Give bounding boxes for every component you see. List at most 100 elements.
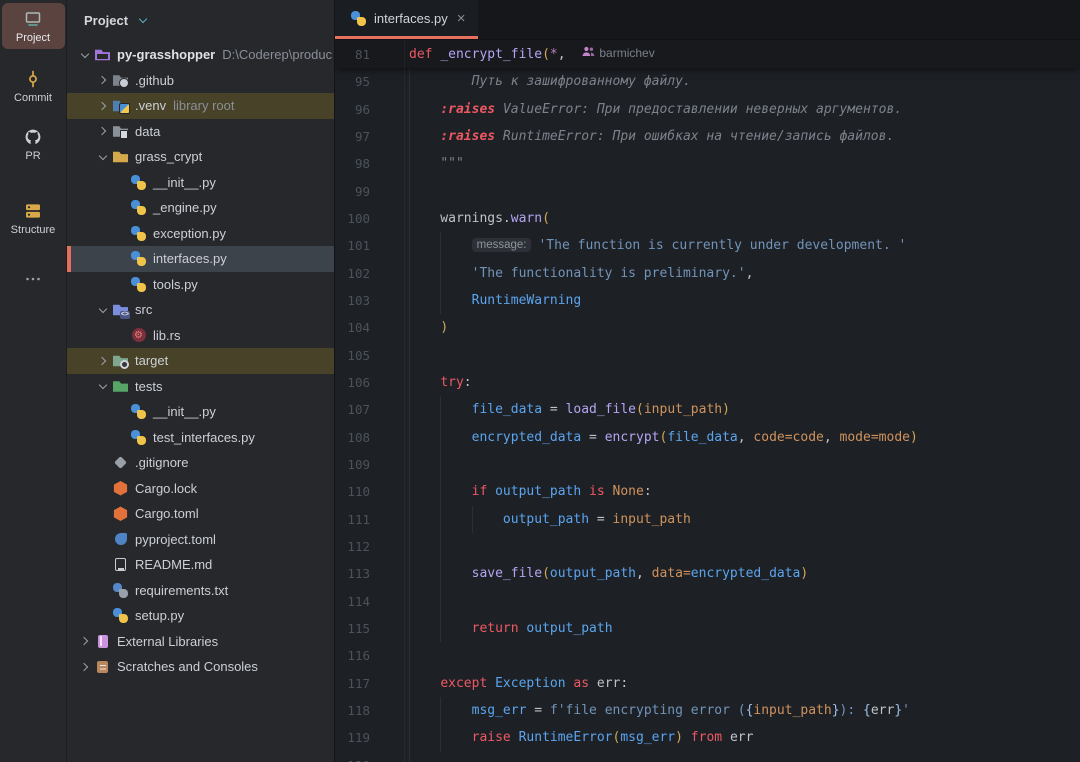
tree-row-grass-crypt[interactable]: grass_crypt <box>67 144 334 170</box>
tree-row-test-interfaces-py[interactable]: test_interfaces.py <box>67 425 334 451</box>
chevron-down-icon[interactable] <box>95 379 110 394</box>
line-number[interactable]: 96 <box>335 95 405 122</box>
code-text[interactable]: save_file(output_path, data=encrypted_da… <box>405 566 1080 581</box>
code-text[interactable]: 'The functionality is preliminary.', <box>405 266 1080 281</box>
line-number[interactable]: 105 <box>335 341 405 368</box>
chevron-right-icon[interactable] <box>77 659 92 674</box>
line-number[interactable]: 107 <box>335 396 405 423</box>
toolbar-item-more[interactable] <box>2 263 65 294</box>
code-line[interactable]: 99 <box>335 177 1080 204</box>
tree-row-scratches-and-consoles[interactable]: Scratches and Consoles <box>67 654 334 680</box>
code-line[interactable]: 116 <box>335 642 1080 669</box>
line-number[interactable]: 97 <box>335 123 405 150</box>
toolbar-item-project[interactable]: Project <box>2 3 65 49</box>
code-text[interactable]: try: <box>405 375 1080 390</box>
tree-row-requirements-txt[interactable]: requirements.txt <box>67 578 334 604</box>
chevron-right-icon[interactable] <box>95 73 110 88</box>
tree-row-src[interactable]: src <box>67 297 334 323</box>
code-line[interactable]: 108 encrypted_data = encrypt(file_data, … <box>335 423 1080 450</box>
tree-row-data[interactable]: data <box>67 119 334 145</box>
code-text[interactable]: msg_err = f'file encrypting error ({inpu… <box>405 703 1080 718</box>
tree-row-setup-py[interactable]: setup.py <box>67 603 334 629</box>
tree-row-exception-py[interactable]: exception.py <box>67 221 334 247</box>
code-line[interactable]: 100 warnings.warn( <box>335 205 1080 232</box>
code-line[interactable]: 119 raise RuntimeError(msg_err) from err <box>335 724 1080 751</box>
code-text[interactable]: RuntimeWarning <box>405 293 1080 308</box>
tree-row-tools-py[interactable]: tools.py <box>67 272 334 298</box>
line-number[interactable]: 102 <box>335 259 405 286</box>
line-number[interactable]: 115 <box>335 615 405 642</box>
code-editor[interactable]: 81def _encrypt_file(*, barmichev95 Путь … <box>335 40 1080 762</box>
code-text[interactable]: message:'The function is currently under… <box>405 238 1080 253</box>
code-line[interactable]: 104 ) <box>335 314 1080 341</box>
line-number[interactable]: 95 <box>335 68 405 95</box>
code-line[interactable]: 109 <box>335 451 1080 478</box>
line-number[interactable]: 99 <box>335 177 405 204</box>
tree-row-target[interactable]: target <box>67 348 334 374</box>
toolbar-item-structure[interactable]: Structure <box>2 195 65 241</box>
code-text[interactable]: :raises RuntimeError: При ошибках на чте… <box>405 129 1080 144</box>
chevron-right-icon[interactable] <box>95 124 110 139</box>
code-line[interactable]: 117 except Exception as err: <box>335 670 1080 697</box>
code-text[interactable]: warnings.warn( <box>405 211 1080 226</box>
code-line[interactable]: 95 Путь к зашифрованному файлу. <box>335 68 1080 95</box>
code-line[interactable]: 112 <box>335 533 1080 560</box>
code-line[interactable]: 97 :raises RuntimeError: При ошибках на … <box>335 123 1080 150</box>
tree-row--gitignore[interactable]: .gitignore <box>67 450 334 476</box>
line-number[interactable]: 101 <box>335 232 405 259</box>
code-text[interactable]: def _encrypt_file(*, barmichev <box>405 46 1080 62</box>
code-line[interactable]: 98 """ <box>335 150 1080 177</box>
line-number[interactable]: 106 <box>335 369 405 396</box>
toolbar-item-pr[interactable]: PR <box>2 121 65 167</box>
code-text[interactable]: file_data = load_file(input_path) <box>405 402 1080 417</box>
chevron-down-icon[interactable] <box>95 302 110 317</box>
code-line[interactable]: 102 'The functionality is preliminary.', <box>335 259 1080 286</box>
code-line[interactable]: 114 <box>335 588 1080 615</box>
code-text[interactable]: output_path = input_path <box>405 512 1080 527</box>
line-number[interactable]: 114 <box>335 588 405 615</box>
line-number[interactable]: 113 <box>335 560 405 587</box>
line-number[interactable]: 81 <box>335 40 405 68</box>
line-number[interactable]: 118 <box>335 697 405 724</box>
code-text[interactable]: except Exception as err: <box>405 676 1080 691</box>
code-author-inlay[interactable]: barmichev <box>582 46 654 60</box>
code-line[interactable]: 105 <box>335 341 1080 368</box>
line-number[interactable]: 111 <box>335 506 405 533</box>
code-text[interactable]: Путь к зашифрованному файлу. <box>405 74 1080 89</box>
chevron-down-icon[interactable] <box>77 47 92 62</box>
code-line[interactable]: 96 :raises ValueError: При предоставлени… <box>335 95 1080 122</box>
toolbar-item-commit[interactable]: Commit <box>2 63 65 109</box>
tree-row-interfaces-py[interactable]: interfaces.py <box>67 246 334 272</box>
code-line[interactable]: 101 message:'The function is currently u… <box>335 232 1080 259</box>
close-icon[interactable]: × <box>457 11 466 26</box>
tab-interfaces-py[interactable]: interfaces.py × <box>335 0 478 39</box>
line-number[interactable]: 109 <box>335 451 405 478</box>
tree-row--init-py[interactable]: __init__.py <box>67 399 334 425</box>
chevron-down-icon[interactable] <box>95 149 110 164</box>
code-line[interactable]: 111 output_path = input_path <box>335 506 1080 533</box>
code-text[interactable]: """ <box>405 156 1080 171</box>
tree-row-cargo-toml[interactable]: Cargo.toml <box>67 501 334 527</box>
line-number[interactable]: 104 <box>335 314 405 341</box>
tree-row--init-py[interactable]: __init__.py <box>67 170 334 196</box>
tree-row--github[interactable]: .github <box>67 68 334 94</box>
tree-row-cargo-lock[interactable]: Cargo.lock <box>67 476 334 502</box>
line-number[interactable]: 119 <box>335 724 405 751</box>
line-number[interactable]: 117 <box>335 670 405 697</box>
line-number[interactable]: 120 <box>335 752 405 762</box>
tree-row-lib-rs[interactable]: lib.rs <box>67 323 334 349</box>
chevron-right-icon[interactable] <box>95 353 110 368</box>
line-number[interactable]: 108 <box>335 423 405 450</box>
project-panel-header[interactable]: Project <box>67 0 334 40</box>
code-text[interactable]: :raises ValueError: При предоставлении н… <box>405 102 1080 117</box>
chevron-right-icon[interactable] <box>95 98 110 113</box>
code-line[interactable]: 118 msg_err = f'file encrypting error ({… <box>335 697 1080 724</box>
code-line[interactable]: 106 try: <box>335 369 1080 396</box>
line-number[interactable]: 110 <box>335 478 405 505</box>
code-text[interactable]: raise RuntimeError(msg_err) from err <box>405 730 1080 745</box>
chevron-right-icon[interactable] <box>77 634 92 649</box>
tree-row--venv[interactable]: .venvlibrary root <box>67 93 334 119</box>
tree-row-tests[interactable]: tests <box>67 374 334 400</box>
line-number[interactable]: 98 <box>335 150 405 177</box>
code-line[interactable]: 115 return output_path <box>335 615 1080 642</box>
